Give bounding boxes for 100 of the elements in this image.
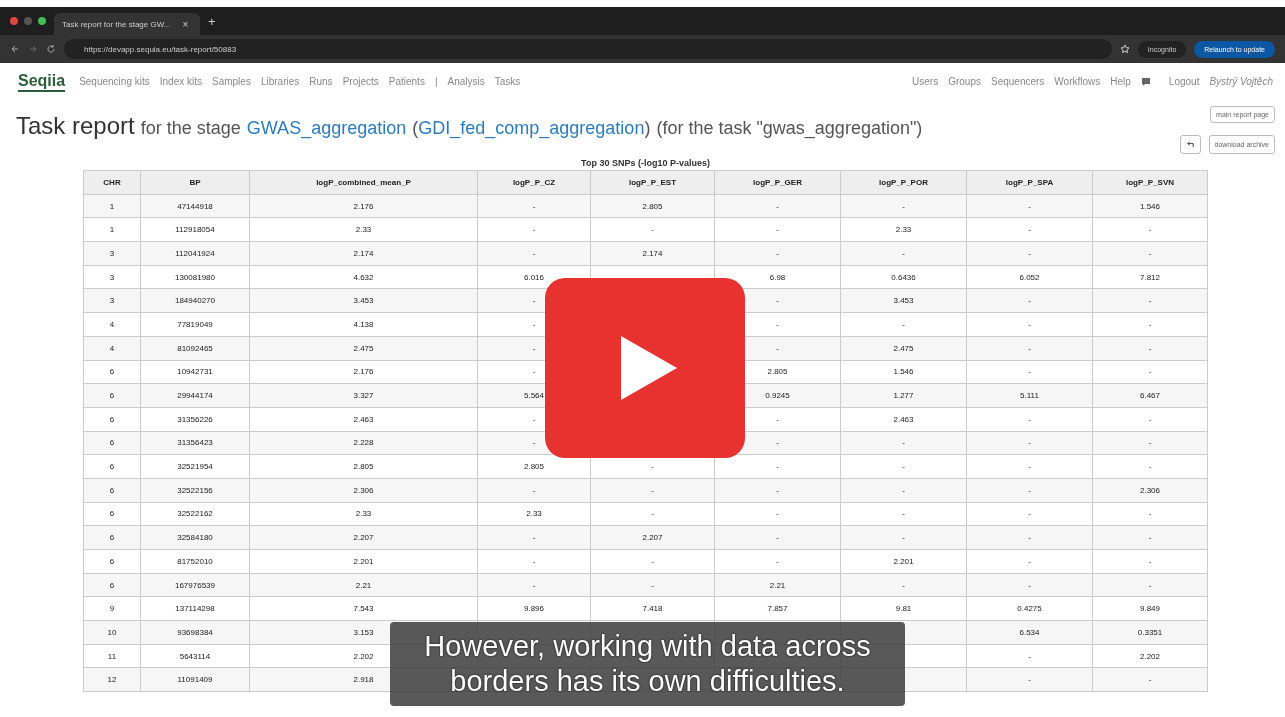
nav-link[interactable]: Samples bbox=[212, 76, 251, 87]
table-cell: - bbox=[590, 573, 715, 597]
table-cell: 3 bbox=[83, 288, 141, 313]
play-button[interactable] bbox=[545, 278, 745, 458]
table-cell: - bbox=[477, 241, 591, 266]
nav-link[interactable]: Runs bbox=[309, 76, 333, 87]
reload-icon[interactable] bbox=[46, 44, 56, 54]
table-cell: 2.33 bbox=[249, 502, 478, 526]
new-tab-button[interactable]: + bbox=[208, 13, 216, 29]
table-cell: 6 bbox=[83, 383, 141, 408]
table-cell: - bbox=[477, 194, 591, 218]
nav-link[interactable]: Workflows bbox=[1054, 76, 1101, 87]
logout-link[interactable]: Logout bbox=[1168, 76, 1200, 87]
logo[interactable]: Seqiia bbox=[18, 71, 66, 92]
star-icon[interactable] bbox=[1119, 44, 1130, 54]
back-button[interactable] bbox=[1179, 135, 1201, 154]
table-cell: - bbox=[966, 288, 1093, 313]
table-cell: 6.052 bbox=[966, 265, 1093, 289]
table-cell: 29944174 bbox=[140, 383, 250, 408]
table-cell: 1.277 bbox=[840, 383, 967, 408]
table-cell: - bbox=[840, 454, 967, 479]
table-cell: - bbox=[714, 217, 841, 242]
table-cell: 2.202 bbox=[1092, 644, 1208, 668]
table-cell: - bbox=[1092, 431, 1208, 455]
title-text: ) bbox=[644, 118, 651, 138]
stage-link[interactable]: GWAS_aggregation bbox=[246, 118, 407, 139]
nav-link[interactable]: Groups bbox=[948, 76, 981, 87]
table-cell: 6 bbox=[83, 454, 141, 479]
table-cell: 9.849 bbox=[1092, 596, 1208, 621]
table-cell: 7.418 bbox=[590, 596, 715, 621]
table-cell: 3.453 bbox=[840, 288, 967, 313]
table-cell: - bbox=[477, 549, 591, 574]
nav-link[interactable]: Sequencing kits bbox=[79, 76, 150, 87]
chat-icon[interactable] bbox=[1140, 76, 1151, 87]
table-cell: 7.543 bbox=[249, 596, 478, 621]
title-text: for the stage bbox=[140, 118, 241, 139]
table-cell: 2.174 bbox=[590, 241, 715, 266]
table-cell: 2.463 bbox=[840, 407, 967, 432]
table-cell: 47144918 bbox=[140, 194, 250, 218]
table-cell: 2.176 bbox=[249, 194, 478, 218]
user-name: Bystrý Vojtěch bbox=[1209, 76, 1273, 87]
nav-link[interactable]: Projects bbox=[342, 76, 379, 87]
table-caption: Top 30 SNPs (-log10 P-values) bbox=[580, 158, 711, 170]
table-cell: 6 bbox=[83, 407, 141, 432]
nav-link[interactable]: Tasks bbox=[494, 76, 521, 87]
nav-link[interactable]: Patients bbox=[388, 76, 425, 87]
title-text: (for the task "gwas_aggregation") bbox=[656, 118, 923, 139]
table-cell: - bbox=[840, 194, 967, 218]
table-cell: 2.174 bbox=[249, 241, 478, 266]
table-cell: 3.327 bbox=[249, 383, 478, 408]
table-cell: 32522162 bbox=[140, 502, 250, 526]
table-cell: - bbox=[966, 431, 1093, 455]
tab-close[interactable]: × bbox=[182, 18, 189, 30]
table-cell: 6 bbox=[83, 478, 141, 503]
table-cell: 7.857 bbox=[714, 596, 841, 621]
table-cell: 32521954 bbox=[140, 454, 250, 479]
nav-link[interactable]: Index kits bbox=[159, 76, 202, 87]
table-cell: 4.632 bbox=[249, 265, 478, 289]
table-cell: - bbox=[1092, 502, 1208, 526]
table-cell: - bbox=[477, 217, 591, 242]
table-cell: 10 bbox=[83, 620, 141, 645]
table-cell: - bbox=[966, 407, 1093, 432]
workflow-link[interactable]: GDI_fed_comp_aggregation bbox=[418, 118, 645, 139]
table-cell: 32584180 bbox=[140, 525, 250, 550]
table-cell: 2.21 bbox=[714, 573, 841, 597]
nav-link[interactable]: Help bbox=[1110, 76, 1131, 87]
nav-link[interactable]: Users bbox=[912, 76, 939, 87]
table-cell: - bbox=[477, 525, 591, 550]
nav-link[interactable]: Analysis bbox=[447, 76, 485, 87]
column-header: logP_P_SVN bbox=[1092, 170, 1208, 195]
table-cell: - bbox=[1092, 549, 1208, 574]
table-cell: - bbox=[966, 525, 1093, 550]
column-header: logP_P_CZ bbox=[477, 170, 591, 195]
table-cell: 81092465 bbox=[140, 336, 250, 360]
table-cell: 31356226 bbox=[140, 407, 250, 432]
table-cell: 7.812 bbox=[1092, 265, 1208, 289]
table-cell: - bbox=[1092, 573, 1208, 597]
back-arrow-icon[interactable] bbox=[1185, 140, 1195, 149]
table-cell: 2.33 bbox=[249, 217, 478, 242]
table-cell: 93698384 bbox=[140, 620, 250, 645]
table-cell: - bbox=[966, 241, 1093, 266]
table-cell: 11091409 bbox=[140, 667, 250, 692]
table-cell: 3.453 bbox=[249, 288, 478, 313]
nav-link[interactable]: | bbox=[434, 76, 438, 87]
table-cell: - bbox=[1092, 525, 1208, 550]
column-header: CHR bbox=[83, 170, 141, 195]
table-cell: - bbox=[714, 478, 841, 503]
table-cell: - bbox=[966, 478, 1093, 503]
nav-link[interactable]: Sequencers bbox=[990, 76, 1045, 87]
table-cell: 2.21 bbox=[249, 573, 478, 597]
table-cell: 1.546 bbox=[840, 360, 967, 384]
url-field[interactable]: https://devapp.sequia.eu/task-report/50883 bbox=[64, 39, 1112, 59]
table-cell: - bbox=[1092, 454, 1208, 479]
table-cell: - bbox=[840, 525, 967, 550]
nav-link[interactable]: Libraries bbox=[260, 76, 300, 87]
browser-tab[interactable]: Task report for the stage GW... × bbox=[54, 13, 200, 35]
back-icon[interactable] bbox=[10, 44, 20, 54]
table-cell: 2.33 bbox=[840, 217, 967, 242]
table-cell: 32522156 bbox=[140, 478, 250, 503]
table-cell: - bbox=[840, 478, 967, 503]
